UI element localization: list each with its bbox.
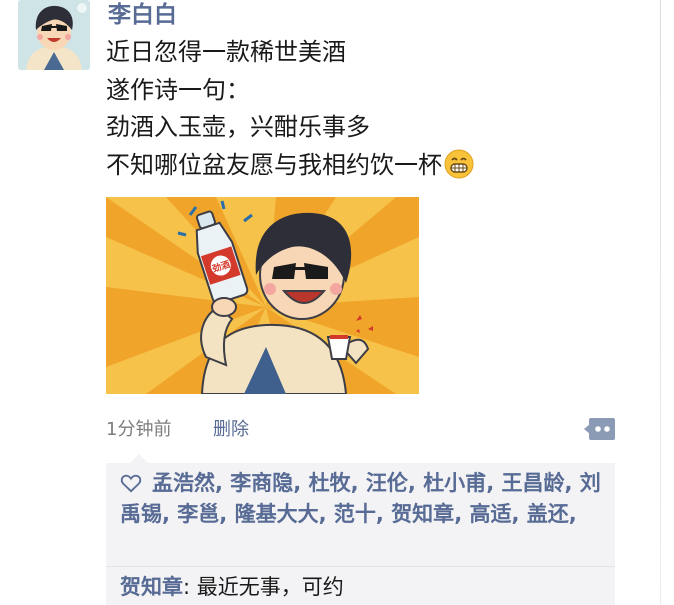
panel-divider xyxy=(106,566,615,567)
like-user[interactable]: 杜牧 xyxy=(309,471,351,495)
avatar[interactable] xyxy=(18,0,90,70)
comment-text: 最近无事，可约 xyxy=(196,575,344,599)
like-user[interactable]: 王昌龄 xyxy=(501,471,564,495)
post-author-name[interactable]: 李白白 xyxy=(108,0,177,30)
comment-more-button[interactable] xyxy=(584,416,616,442)
like-user[interactable]: 李商隐 xyxy=(230,471,293,495)
heart-outline-icon xyxy=(120,472,146,500)
like-user[interactable]: 汪伦 xyxy=(366,471,408,495)
like-user[interactable]: 贺知章 xyxy=(391,502,454,526)
like-user[interactable]: 隆基大大 xyxy=(235,502,319,526)
post-text: 近日忽得一款稀世美酒 遂作诗一句： 劲酒入玉壶，兴酣乐事多 不知哪位盆友愿与我相… xyxy=(106,34,626,184)
post-line: 遂作诗一句： xyxy=(106,75,250,104)
like-user[interactable]: 李邕 xyxy=(177,502,219,526)
comment-author[interactable]: 贺知章 xyxy=(120,575,183,599)
post-line-with-emoji: 不知哪位盆友愿与我相约饮一杯 xyxy=(106,147,626,185)
post-line: 近日忽得一款稀世美酒 xyxy=(106,38,346,66)
post-image[interactable]: 劲酒 xyxy=(106,197,419,394)
like-user[interactable]: 盖还 xyxy=(527,502,569,526)
comment-more-icon xyxy=(584,418,615,440)
post-line: 劲酒入玉壶，兴酣乐事多 xyxy=(106,113,370,141)
grin-emoji-icon xyxy=(444,149,474,191)
poet-holding-liquor-illustration: 劲酒 xyxy=(106,197,419,394)
post-line: 不知哪位盆友愿与我相约饮一杯 xyxy=(106,150,442,179)
like-user[interactable]: 高适 xyxy=(469,502,511,526)
avatar-illustration xyxy=(18,0,90,70)
interaction-panel: 孟浩然, 李商隐, 杜牧, 汪伦, 杜小甫, 王昌龄, 刘禹锡, 李邕, 隆基大… xyxy=(106,454,615,605)
right-edge-divider xyxy=(660,0,661,605)
like-user[interactable]: 孟浩然 xyxy=(152,471,215,495)
likes-list: 孟浩然, 李商隐, 杜牧, 汪伦, 杜小甫, 王昌龄, 刘禹锡, 李邕, 隆基大… xyxy=(120,471,601,526)
like-user[interactable]: 杜小甫 xyxy=(423,471,486,495)
post-timestamp: 1分钟前 xyxy=(106,419,172,440)
delete-link[interactable]: 删除 xyxy=(213,416,249,444)
comment-item[interactable]: 贺知章: 最近无事，可约 xyxy=(120,572,344,602)
like-user[interactable]: 范十 xyxy=(334,502,376,526)
post-meta-row: 1分钟前 删除 xyxy=(106,416,616,444)
